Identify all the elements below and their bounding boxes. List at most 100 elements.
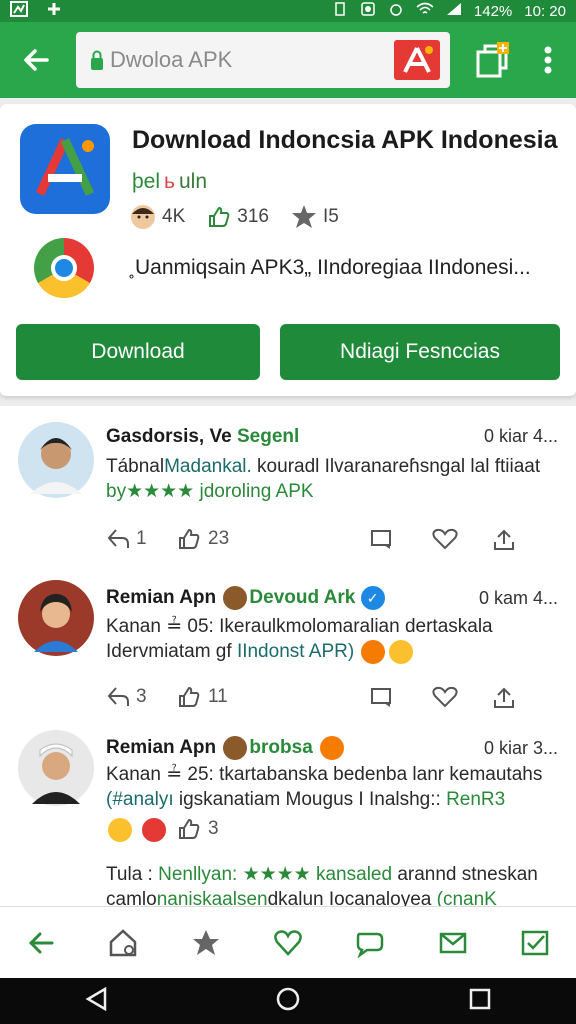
plus-icon	[46, 1, 62, 21]
comment-author[interactable]: Gasdorsis, Ve Segenl	[106, 426, 299, 448]
thumbs-up-icon	[209, 206, 230, 227]
search-bar[interactable]	[76, 32, 450, 88]
quote-button[interactable]	[370, 528, 394, 550]
like-count: 23	[208, 528, 230, 549]
comment-body: Kanan ≟ 05: Ikeraulkmolomaralian dertask…	[106, 614, 493, 664]
mail-icon	[439, 932, 466, 953]
body-fragment: kouradl Ilvaranareɦsngal lal ftiiaat	[251, 456, 541, 477]
body-fragment: Tula :	[106, 864, 159, 885]
repost-button[interactable]: 1	[106, 528, 147, 550]
overflow-menu-button[interactable]	[524, 36, 572, 84]
more-vert-icon	[544, 46, 552, 74]
comment-author[interactable]: Remian Apn brobsa	[106, 736, 346, 760]
author-name: Remian Apn	[106, 587, 217, 609]
smile-emoji-icon	[389, 639, 414, 664]
battery-level: 142%	[473, 2, 513, 20]
share-icon	[494, 529, 514, 550]
stat-likes: 316	[207, 205, 269, 229]
avatar[interactable]	[18, 422, 94, 498]
comment-author[interactable]: Remian Apn Devoud Ark ✓	[106, 586, 385, 610]
comment-time: 0 kam 4...	[478, 588, 558, 608]
body-fragment: Idervmiatam gf	[106, 641, 237, 662]
body-fragment: Tábnal	[106, 456, 165, 477]
system-home-button[interactable]	[276, 987, 300, 1016]
repost-button[interactable]: 3	[106, 686, 147, 708]
status-bar: 142% 10: 20	[0, 0, 576, 22]
nav-home[interactable]	[99, 919, 147, 967]
heart-button[interactable]	[432, 686, 458, 708]
share-button[interactable]	[492, 528, 516, 552]
repost-count: 1	[136, 528, 147, 549]
laugh-emoji-icon	[142, 818, 166, 842]
body-fragment: (cnanK	[436, 889, 497, 906]
system-navigation	[0, 978, 576, 1024]
author-handle: brobsa	[249, 737, 313, 759]
system-recents-button[interactable]	[469, 988, 491, 1015]
body-line: by★★★★ jdoroling APK	[106, 481, 314, 502]
notification-icon	[10, 1, 28, 21]
developer-line[interactable]: þel ь uln	[132, 170, 207, 194]
chat-bubble-icon	[357, 932, 384, 958]
body-fragment: naniskaalsen	[156, 889, 268, 906]
arrow-left-icon	[29, 932, 54, 953]
comment-body: TábnalMadankal. kouradl Ilvaranareɦsngal…	[106, 454, 540, 504]
emoji-icon	[223, 736, 248, 760]
back-button[interactable]	[8, 32, 64, 88]
tabs-icon	[476, 42, 509, 78]
download-button[interactable]: Download	[16, 324, 260, 380]
heart-button[interactable]	[432, 528, 458, 550]
system-back-button[interactable]	[85, 986, 107, 1016]
heart-icon	[432, 686, 458, 708]
home-icon	[110, 928, 137, 956]
secondary-button[interactable]: Ndiagi Fesnccias	[280, 324, 560, 380]
nav-back[interactable]	[17, 919, 65, 967]
like-count: 11	[208, 686, 228, 707]
site-thumbnail[interactable]	[394, 40, 440, 80]
app-logo-icon	[403, 46, 433, 73]
quote-icon	[371, 688, 391, 707]
verified-badge-icon: ✓	[360, 586, 385, 610]
triangle-back-icon	[85, 986, 106, 1011]
repost-icon	[107, 529, 129, 548]
body-fragment: camlo	[106, 889, 157, 906]
app-title: Download Indoncsia APK Indonesia	[132, 126, 558, 154]
app-icon[interactable]	[20, 124, 110, 214]
nav-chat[interactable]	[346, 919, 394, 967]
author-name: Gasdorsis, Ve	[106, 426, 237, 447]
repost-icon	[107, 687, 129, 706]
nav-likes[interactable]	[264, 919, 312, 967]
stat-rating: I5	[291, 204, 339, 230]
comment-actions: 3	[106, 818, 526, 846]
app-bar	[0, 22, 576, 98]
lock-icon	[91, 50, 103, 70]
clock: 10: 20	[524, 2, 566, 20]
emoji-icon	[320, 736, 345, 760]
like-button[interactable]: 11	[178, 686, 228, 708]
comment-actions: 3 11	[106, 686, 526, 714]
share-button[interactable]	[492, 686, 516, 710]
avatar[interactable]	[18, 730, 94, 806]
comment-footer: Tula : Nenllyan: ★★★★ kansaled arannd st…	[106, 862, 538, 906]
body-fragment: Nenllyan: ★★★★ kansaled	[158, 864, 393, 885]
tabs-button[interactable]	[468, 36, 516, 84]
like-button[interactable]: 3	[178, 818, 219, 840]
nav-tasks[interactable]	[511, 919, 559, 967]
heart-icon	[274, 929, 302, 956]
developer-name: þel	[132, 170, 161, 193]
body-fragment: IIndonst APR)	[236, 641, 355, 662]
nav-inbox[interactable]	[429, 919, 477, 967]
quote-button[interactable]	[370, 686, 394, 708]
like-button[interactable]: 23	[178, 528, 229, 550]
search-input[interactable]	[110, 47, 390, 73]
stat-users-value: 4K	[162, 206, 186, 227]
smile-emoji-icon	[108, 818, 132, 842]
chrome-icon[interactable]	[34, 238, 94, 298]
avatar[interactable]	[18, 580, 94, 656]
star-badge-icon	[291, 205, 316, 228]
arrow-left-icon	[24, 49, 49, 71]
reaction-group[interactable]	[106, 818, 168, 842]
like-count: 3	[208, 818, 219, 839]
thumbs-up-icon	[179, 686, 200, 707]
nav-favorites[interactable]	[182, 919, 230, 967]
body-fragment: (#analyı	[106, 789, 179, 810]
